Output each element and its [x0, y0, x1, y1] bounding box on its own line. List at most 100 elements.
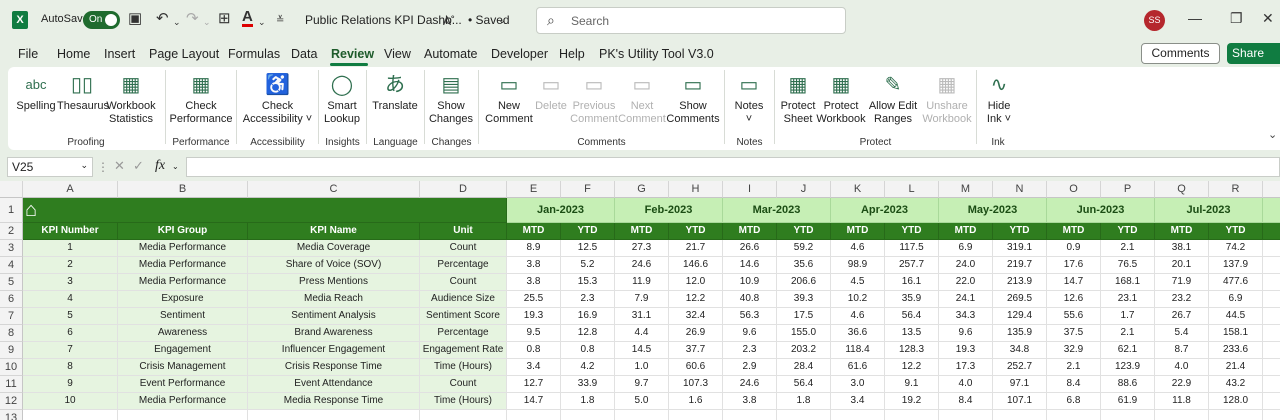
- share-button[interactable]: Share: [1227, 43, 1280, 64]
- row-header[interactable]: 1: [0, 198, 23, 223]
- table-cell[interactable]: 1.6: [669, 393, 723, 410]
- table-cell[interactable]: 0.8: [561, 342, 615, 359]
- table-cell[interactable]: 12.2: [885, 359, 939, 376]
- table-cell[interactable]: 23.1: [1101, 291, 1155, 308]
- table-cell[interactable]: Influencer Engagement: [248, 342, 420, 359]
- column-header[interactable]: C: [248, 181, 420, 198]
- table-cell[interactable]: 12.5: [561, 240, 615, 257]
- table-cell[interactable]: Time (Hours): [420, 359, 507, 376]
- table-cell[interactable]: 2.1: [1101, 325, 1155, 342]
- table-cell[interactable]: 14.5: [615, 342, 669, 359]
- table-cell[interactable]: 3.4: [507, 359, 561, 376]
- table-cell[interactable]: 9.6: [939, 325, 993, 342]
- table-cell[interactable]: 2: [23, 257, 118, 274]
- row-header[interactable]: 13: [0, 410, 23, 420]
- table-cell[interactable]: 4.6: [831, 240, 885, 257]
- search-box[interactable]: ⌕ Search: [536, 7, 846, 34]
- table-cell[interactable]: [1263, 308, 1280, 325]
- table-cell[interactable]: 61.6: [831, 359, 885, 376]
- table-cell[interactable]: [1263, 274, 1280, 291]
- table-cell[interactable]: Awareness: [118, 325, 248, 342]
- column-header[interactable]: R: [1209, 181, 1263, 198]
- comments-button[interactable]: Comments: [1141, 43, 1220, 64]
- column-header[interactable]: H: [669, 181, 723, 198]
- table-cell[interactable]: 56.3: [723, 308, 777, 325]
- spelling-button[interactable]: abc Spelling: [14, 72, 58, 113]
- table-cell[interactable]: Sentiment Analysis: [248, 308, 420, 325]
- table-cell[interactable]: 477.6: [1209, 274, 1263, 291]
- table-cell[interactable]: [939, 410, 993, 420]
- table-cell[interactable]: 13.5: [885, 325, 939, 342]
- column-header[interactable]: G: [615, 181, 669, 198]
- table-cell[interactable]: 12.8: [561, 325, 615, 342]
- table-cell[interactable]: [1263, 342, 1280, 359]
- table-cell[interactable]: 24.1: [939, 291, 993, 308]
- protect-button[interactable]: ▦ Protect Workbook: [816, 72, 866, 126]
- table-cell[interactable]: 137.9: [1209, 257, 1263, 274]
- table-cell[interactable]: 4.0: [1155, 359, 1209, 376]
- home-icon[interactable]: ⌂: [25, 198, 37, 222]
- table-cell[interactable]: 22.9: [1155, 376, 1209, 393]
- table-cell[interactable]: Percentage: [420, 325, 507, 342]
- column-header[interactable]: D: [420, 181, 507, 198]
- table-cell[interactable]: Event Attendance: [248, 376, 420, 393]
- table-cell[interactable]: [1263, 359, 1280, 376]
- table-cell[interactable]: [885, 410, 939, 420]
- column-header[interactable]: O: [1047, 181, 1101, 198]
- table-cell[interactable]: 74.2: [1209, 240, 1263, 257]
- redo-dropdown-icon[interactable]: ⌄: [203, 13, 211, 31]
- menu-page-layout[interactable]: Page Layout: [149, 47, 219, 61]
- table-cell[interactable]: 60.6: [669, 359, 723, 376]
- translate-button[interactable]: あ Translate: [370, 72, 420, 113]
- table-cell[interactable]: 117.5: [885, 240, 939, 257]
- insert-function-icon[interactable]: fx: [155, 158, 165, 174]
- table-cell[interactable]: 26.6: [723, 240, 777, 257]
- menu-automate[interactable]: Automate: [424, 47, 478, 61]
- table-cell[interactable]: 1.7: [1101, 308, 1155, 325]
- table-cell[interactable]: 5.2: [561, 257, 615, 274]
- undo-dropdown-icon[interactable]: ⌄: [173, 13, 181, 31]
- table-cell[interactable]: 76.5: [1101, 257, 1155, 274]
- table-cell[interactable]: 9.7: [615, 376, 669, 393]
- table-cell[interactable]: Percentage: [420, 257, 507, 274]
- table-cell[interactable]: Media Response Time: [248, 393, 420, 410]
- table-cell[interactable]: 155.0: [777, 325, 831, 342]
- table-cell[interactable]: 1.8: [561, 393, 615, 410]
- table-cell[interactable]: 4.6: [831, 308, 885, 325]
- table-cell[interactable]: 12.2: [669, 291, 723, 308]
- column-header[interactable]: N: [993, 181, 1047, 198]
- table-cell[interactable]: Media Performance: [118, 240, 248, 257]
- table-cell[interactable]: 24.6: [723, 376, 777, 393]
- table-cell[interactable]: 59.2: [777, 240, 831, 257]
- table-cell[interactable]: Count: [420, 274, 507, 291]
- table-cell[interactable]: 3: [23, 274, 118, 291]
- menu-home[interactable]: Home: [57, 47, 90, 61]
- table-cell[interactable]: 37.7: [669, 342, 723, 359]
- table-cell[interactable]: Sentiment Score: [420, 308, 507, 325]
- table-cell[interactable]: 55.6: [1047, 308, 1101, 325]
- table-cell[interactable]: 2.3: [561, 291, 615, 308]
- table-cell[interactable]: 128.3: [885, 342, 939, 359]
- table-cell[interactable]: [1263, 376, 1280, 393]
- table-cell[interactable]: 22.0: [939, 274, 993, 291]
- table-cell[interactable]: 1.8: [777, 393, 831, 410]
- table-cell[interactable]: Brand Awareness: [248, 325, 420, 342]
- formula-input[interactable]: [186, 157, 1280, 177]
- table-cell[interactable]: 6.9: [1209, 291, 1263, 308]
- check-button[interactable]: ♿ Check Accessibility ˅: [237, 72, 318, 126]
- table-cell[interactable]: 2.9: [723, 359, 777, 376]
- name-box-dropdown-icon[interactable]: ⌄: [80, 160, 88, 171]
- table-cell[interactable]: Exposure: [118, 291, 248, 308]
- table-cell[interactable]: 206.6: [777, 274, 831, 291]
- table-cell[interactable]: Media Performance: [118, 257, 248, 274]
- table-cell[interactable]: 7: [23, 342, 118, 359]
- table-cell[interactable]: [777, 410, 831, 420]
- table-cell[interactable]: 107.3: [669, 376, 723, 393]
- table-cell[interactable]: 213.9: [993, 274, 1047, 291]
- table-cell[interactable]: 14.6: [723, 257, 777, 274]
- table-cell[interactable]: Media Performance: [118, 393, 248, 410]
- table-cell[interactable]: Media Performance: [118, 274, 248, 291]
- table-cell[interactable]: 8.9: [507, 240, 561, 257]
- table-cell[interactable]: 5.4: [1155, 325, 1209, 342]
- row-header[interactable]: 2: [0, 223, 23, 240]
